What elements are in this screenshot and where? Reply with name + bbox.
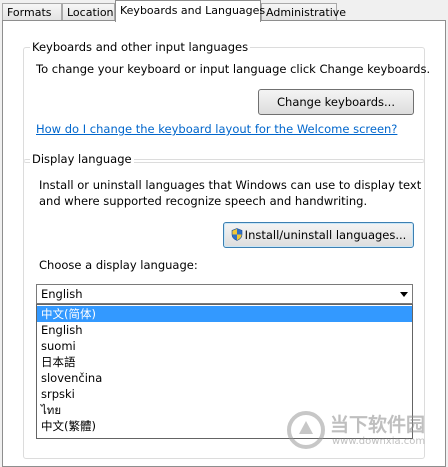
choose-display-language-label: Choose a display language:: [39, 258, 198, 272]
display-language-selected-value: English: [41, 287, 83, 301]
region-language-dialog: Formats Location Keyboards and Languages…: [0, 0, 448, 467]
tab-location[interactable]: Location: [62, 3, 115, 20]
language-option[interactable]: slovenčina: [37, 370, 412, 386]
chevron-down-icon[interactable]: [400, 292, 408, 297]
language-option[interactable]: 中文(简体): [37, 306, 412, 322]
keyboards-group-title: Keyboards and other input languages: [30, 40, 251, 54]
install-uninstall-languages-label: Install/uninstall languages...: [244, 228, 407, 242]
tab-formats[interactable]: Formats: [2, 3, 62, 20]
language-option[interactable]: suomi: [37, 338, 412, 354]
keyboard-layout-help-link[interactable]: How do I change the keyboard layout for …: [36, 122, 397, 136]
language-option[interactable]: English: [37, 322, 412, 338]
language-option[interactable]: 中文(繁體): [37, 418, 412, 434]
change-keyboards-button[interactable]: Change keyboards...: [258, 89, 414, 115]
install-uninstall-languages-button[interactable]: Install/uninstall languages...: [223, 222, 414, 248]
keyboards-description: To change your keyboard or input languag…: [36, 62, 431, 76]
tab-keyboards-and-languages[interactable]: Keyboards and Languages: [115, 0, 265, 22]
display-language-description-line1: Install or uninstall languages that Wind…: [39, 178, 422, 192]
display-language-select[interactable]: English: [36, 284, 413, 304]
language-option[interactable]: ไทย: [37, 402, 412, 418]
tab-strip: Formats Location Keyboards and Languages…: [0, 0, 448, 22]
tab-administrative[interactable]: Administrative: [261, 3, 346, 20]
uac-shield-icon: [231, 228, 242, 241]
display-language-dropdown-list: 中文(简体) English suomi 日本語 slovenčina srps…: [36, 304, 413, 439]
language-option[interactable]: 日本語: [37, 354, 412, 370]
display-language-group-title: Display language: [30, 152, 134, 166]
language-option[interactable]: srpski: [37, 386, 412, 402]
display-language-description-line2: and where supported recognize speech and…: [39, 194, 368, 208]
